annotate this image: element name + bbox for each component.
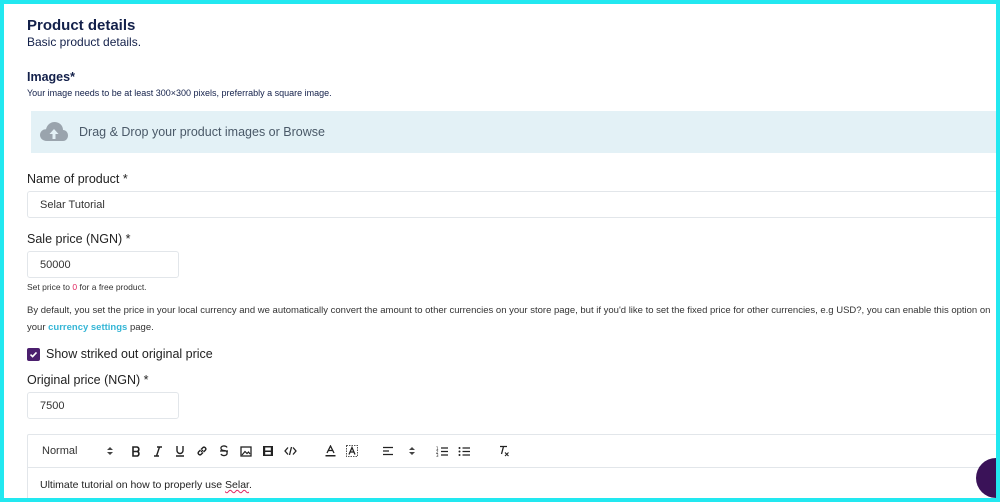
background-color-button[interactable] (342, 441, 362, 461)
ordered-list-icon: 123 (436, 446, 448, 457)
clear-format-button[interactable] (494, 441, 514, 461)
original-price-label: Original price (NGN) * (27, 373, 149, 387)
images-label: Images* (27, 70, 75, 84)
section-title: Product details (27, 17, 136, 34)
product-name-input[interactable] (27, 191, 996, 218)
editor-text-end: . (248, 479, 252, 491)
text-color-icon (325, 445, 335, 457)
link-icon (197, 446, 207, 456)
hint-text-after: for a free product. (77, 282, 147, 292)
product-name-label: Name of product * (27, 172, 128, 186)
align-left-icon (383, 446, 393, 456)
bold-button[interactable] (126, 441, 146, 461)
clear-format-icon (500, 445, 509, 457)
editor-misspelled-word: Selar (225, 479, 249, 491)
sale-price-label: Sale price (NGN) * (27, 232, 131, 246)
strike-price-label: Show striked out original price (46, 347, 213, 361)
bold-icon (132, 445, 140, 457)
text-color-button[interactable] (320, 441, 340, 461)
image-icon (240, 445, 252, 457)
updown-arrows-icon (409, 447, 415, 455)
images-hint: Your image needs to be at least 300×300 … (27, 88, 332, 98)
image-dropzone[interactable]: Drag & Drop your product images or Brows… (31, 111, 996, 153)
editor-text: Ultimate tutorial on how to properly use (40, 479, 226, 491)
image-button[interactable] (236, 441, 256, 461)
currency-settings-link[interactable]: currency settings (48, 322, 127, 333)
format-select[interactable]: Normal (42, 445, 114, 457)
original-price-input[interactable] (27, 392, 179, 419)
description-editor: Normal 1 2 3 Ultimate tutorial on how to… (27, 434, 996, 498)
video-button[interactable] (258, 441, 278, 461)
code-button[interactable] (280, 441, 300, 461)
dropzone-text: Drag & Drop your product images or Brows… (79, 125, 325, 139)
editor-toolbar: Normal 1 2 3 (28, 435, 996, 468)
cloud-upload-icon (40, 122, 68, 141)
check-icon (29, 351, 38, 358)
link-button[interactable] (192, 441, 212, 461)
hint-text: Set price to (27, 282, 73, 292)
screenshot-frame: Product details Basic product details. I… (0, 0, 1000, 502)
strikethrough-icon (220, 445, 228, 457)
ordered-list-button[interactable]: 123 (432, 441, 452, 461)
format-select-value: Normal (42, 445, 78, 457)
strike-button[interactable] (214, 441, 234, 461)
align-select[interactable] (382, 446, 422, 456)
product-details-form: Product details Basic product details. I… (26, 14, 996, 498)
section-subtitle: Basic product details. (27, 35, 142, 49)
underline-icon (176, 446, 184, 457)
svg-text:3: 3 (436, 453, 439, 457)
editor-content[interactable]: Ultimate tutorial on how to properly use… (28, 468, 996, 498)
code-icon (283, 446, 297, 456)
underline-button[interactable] (170, 441, 190, 461)
strike-price-checkbox-row[interactable]: Show striked out original price (27, 347, 213, 361)
currency-note-text: By default, you set the price in your lo… (27, 305, 991, 333)
currency-note-end: page. (127, 322, 154, 333)
bullet-list-icon (458, 446, 470, 456)
italic-button[interactable] (148, 441, 168, 461)
updown-arrows-icon (107, 447, 113, 455)
sale-price-hint: Set price to 0 for a free product. (27, 282, 147, 292)
strike-price-checkbox[interactable] (27, 347, 40, 361)
bullet-list-button[interactable] (454, 441, 474, 461)
video-icon (263, 446, 273, 456)
italic-icon (154, 445, 162, 457)
highlight-icon (346, 445, 358, 457)
sale-price-input[interactable] (27, 251, 179, 278)
currency-note: By default, you set the price in your lo… (27, 302, 996, 336)
